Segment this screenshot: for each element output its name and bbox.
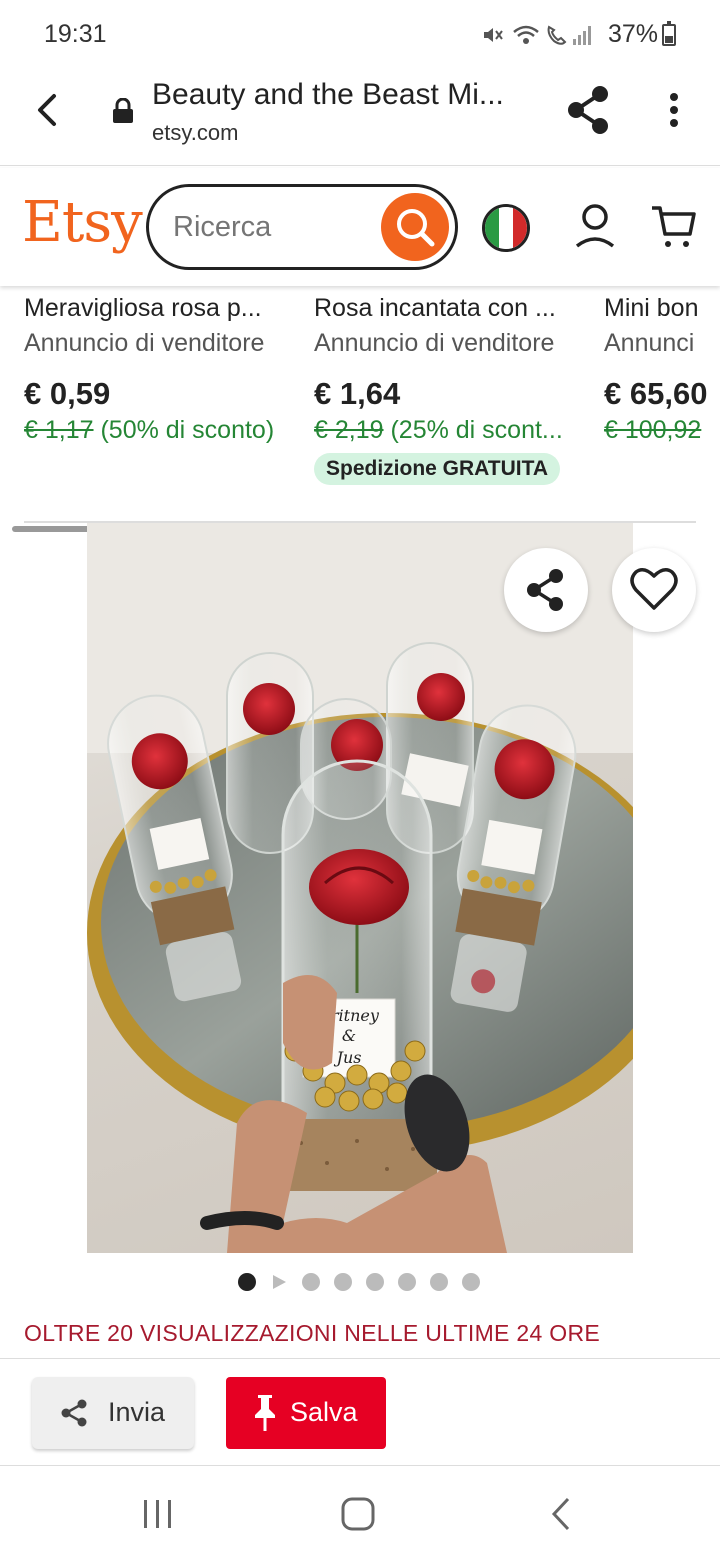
- listing-price: € 65,60: [604, 376, 708, 411]
- listing-discount: € 1,17 (50% di sconto): [24, 416, 304, 445]
- listing-title[interactable]: Rosa incantata con ...: [314, 294, 584, 323]
- product-photo-illustration: Britney & Jus: [87, 523, 633, 1253]
- share-bar: Invia Salva: [0, 1358, 720, 1466]
- listing-title[interactable]: Meravigliosa rosa p...: [24, 294, 304, 323]
- send-button[interactable]: Invia: [32, 1377, 194, 1449]
- listing-card[interactable]: Meravigliosa rosa p... Annuncio di vendi…: [24, 294, 304, 445]
- listing-price: € 1,64: [314, 376, 401, 411]
- carousel-dot[interactable]: [398, 1273, 416, 1291]
- discount-text: (25% di scont...: [390, 416, 563, 444]
- page-title[interactable]: Beauty and the Beast Mi...: [152, 78, 504, 112]
- listing-card[interactable]: Mini bon Annunci € 65,60 € 100,92: [604, 294, 720, 445]
- signal-icon: [573, 26, 591, 45]
- page-domain[interactable]: etsy.com: [152, 120, 238, 146]
- share-image-button[interactable]: [504, 548, 588, 632]
- listing-card[interactable]: Rosa incantata con ... Annuncio di vendi…: [314, 294, 584, 485]
- old-price: € 2,19: [314, 416, 384, 444]
- lock-icon: [113, 98, 133, 123]
- listing-seller: Annuncio di venditore: [24, 329, 265, 357]
- share-icon: [61, 1399, 87, 1427]
- svg-text:&: &: [342, 1026, 356, 1045]
- share-icon[interactable]: [564, 84, 612, 136]
- system-back-icon[interactable]: [546, 1496, 576, 1532]
- free-shipping-badge: Spedizione GRATUITA: [314, 453, 561, 485]
- search-icon: [397, 209, 435, 247]
- share-icon: [527, 569, 563, 611]
- back-arrow-icon[interactable]: [30, 90, 66, 130]
- search-input[interactable]: [173, 211, 363, 244]
- browser-toolbar: Beauty and the Beast Mi... etsy.com: [0, 70, 720, 166]
- carousel-dot[interactable]: [334, 1273, 352, 1291]
- carousel-dot[interactable]: [302, 1273, 320, 1291]
- home-icon[interactable]: [340, 1496, 376, 1532]
- etsy-header: Etsy: [0, 168, 720, 286]
- svg-text:Jus: Jus: [334, 1048, 362, 1067]
- carousel-dot[interactable]: [430, 1273, 448, 1291]
- mute-icon: [484, 28, 503, 42]
- search-button[interactable]: [381, 193, 449, 261]
- carousel-dot[interactable]: [238, 1273, 256, 1291]
- carousel-dot[interactable]: [366, 1273, 384, 1291]
- wifi-icon: [513, 25, 539, 44]
- views-banner: OLTRE 20 VISUALIZZAZIONI NELLE ULTIME 24…: [24, 1320, 601, 1346]
- send-label: Invia: [108, 1397, 166, 1427]
- listing-discount: € 2,19 (25% di scont...: [314, 416, 584, 445]
- carousel-dot[interactable]: [462, 1273, 480, 1291]
- cart-icon[interactable]: [650, 202, 698, 250]
- heart-icon: [630, 568, 678, 610]
- system-navigation-bar: [0, 1466, 720, 1560]
- carousel-indicator: [238, 1272, 480, 1292]
- listing-seller: Annunci: [604, 329, 695, 357]
- account-icon[interactable]: [574, 202, 616, 250]
- language-flag-button[interactable]: [482, 204, 530, 252]
- search-bar[interactable]: [146, 184, 458, 270]
- old-price: € 1,17: [24, 416, 94, 444]
- listing-seller: Annuncio di venditore: [314, 329, 555, 357]
- recent-apps-icon[interactable]: [140, 1496, 176, 1532]
- discount-text: (50% di sconto): [100, 416, 275, 444]
- pin-icon: [255, 1395, 275, 1431]
- call-icon: [547, 25, 567, 45]
- battery-icon: [662, 21, 676, 46]
- save-button[interactable]: Salva: [226, 1377, 386, 1449]
- old-price: € 100,92: [604, 416, 702, 444]
- etsy-logo[interactable]: Etsy: [22, 190, 143, 255]
- status-time: 19:31: [44, 20, 107, 48]
- video-play-icon[interactable]: [270, 1273, 288, 1291]
- status-bar: 19:31 37%: [0, 0, 720, 70]
- listing-price: € 0,59: [24, 376, 111, 411]
- product-image[interactable]: Britney & Jus: [87, 523, 633, 1253]
- more-options-icon[interactable]: [668, 92, 680, 128]
- related-listings: Meravigliosa rosa p... Annuncio di vendi…: [0, 286, 720, 486]
- listing-title[interactable]: Mini bon: [604, 294, 720, 323]
- battery-percent: 37%: [607, 20, 658, 48]
- listing-discount: € 100,92: [604, 416, 720, 445]
- favorite-button[interactable]: [612, 548, 696, 632]
- save-label: Salva: [290, 1397, 358, 1427]
